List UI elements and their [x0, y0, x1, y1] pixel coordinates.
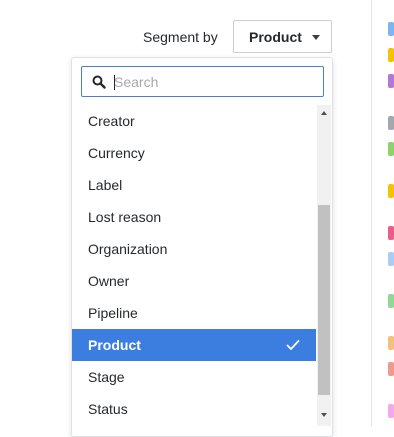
- checkmark-icon: [286, 340, 300, 350]
- segment-by-label: Segment by: [143, 29, 218, 45]
- caret-down-icon: [312, 35, 320, 40]
- option-label: Lost reason: [88, 209, 162, 225]
- option-label: Organization: [88, 241, 168, 257]
- legend-swatch: [388, 74, 394, 88]
- option-label: Stage: [88, 369, 125, 385]
- option-label: Status: [88, 401, 128, 417]
- option-stage[interactable]: Stage: [72, 361, 316, 393]
- option-label: Label: [88, 177, 123, 193]
- option-label-item[interactable]: Label: [72, 169, 316, 201]
- legend-swatch: [388, 226, 394, 240]
- legend-swatch: [388, 362, 394, 376]
- option-product[interactable]: Product: [72, 329, 316, 361]
- option-label: Currency: [88, 145, 145, 161]
- legend-swatch: [388, 184, 394, 198]
- legend-swatch: [388, 336, 394, 350]
- scroll-up-arrow-icon[interactable]: [321, 111, 327, 115]
- segment-options-dropdown: Creator Currency Label Lost reason Organ…: [71, 57, 333, 437]
- scroll-down-arrow-icon[interactable]: [321, 413, 327, 417]
- legend-swatch: [388, 252, 394, 266]
- legend-swatch: [388, 22, 394, 36]
- option-label: Product: [88, 337, 141, 353]
- option-creator[interactable]: Creator: [72, 105, 316, 137]
- panel-divider: [371, 0, 372, 426]
- option-lost-reason[interactable]: Lost reason: [72, 201, 316, 233]
- legend-swatch: [388, 142, 394, 156]
- text-cursor: [114, 75, 115, 90]
- option-label: Pipeline: [88, 305, 138, 321]
- option-status[interactable]: Status: [72, 393, 316, 425]
- option-owner[interactable]: Owner: [72, 265, 316, 297]
- legend-swatch: [388, 294, 394, 308]
- search-icon: [92, 75, 106, 89]
- scrollbar-thumb[interactable]: [318, 205, 330, 395]
- legend-swatch: [388, 116, 394, 130]
- search-input[interactable]: [114, 72, 314, 92]
- option-currency[interactable]: Currency: [72, 137, 316, 169]
- option-organization[interactable]: Organization: [72, 233, 316, 265]
- segment-by-dropdown-button[interactable]: Product: [233, 20, 332, 53]
- options-list: Creator Currency Label Lost reason Organ…: [72, 105, 316, 425]
- option-label: Creator: [88, 113, 135, 129]
- legend-swatch: [388, 404, 394, 418]
- dropdown-scrollbar[interactable]: [317, 105, 331, 426]
- segment-by-value: Product: [249, 28, 302, 45]
- option-pipeline[interactable]: Pipeline: [72, 297, 316, 329]
- legend-swatch: [388, 48, 394, 62]
- option-label: Owner: [88, 273, 130, 289]
- search-field[interactable]: [81, 66, 324, 97]
